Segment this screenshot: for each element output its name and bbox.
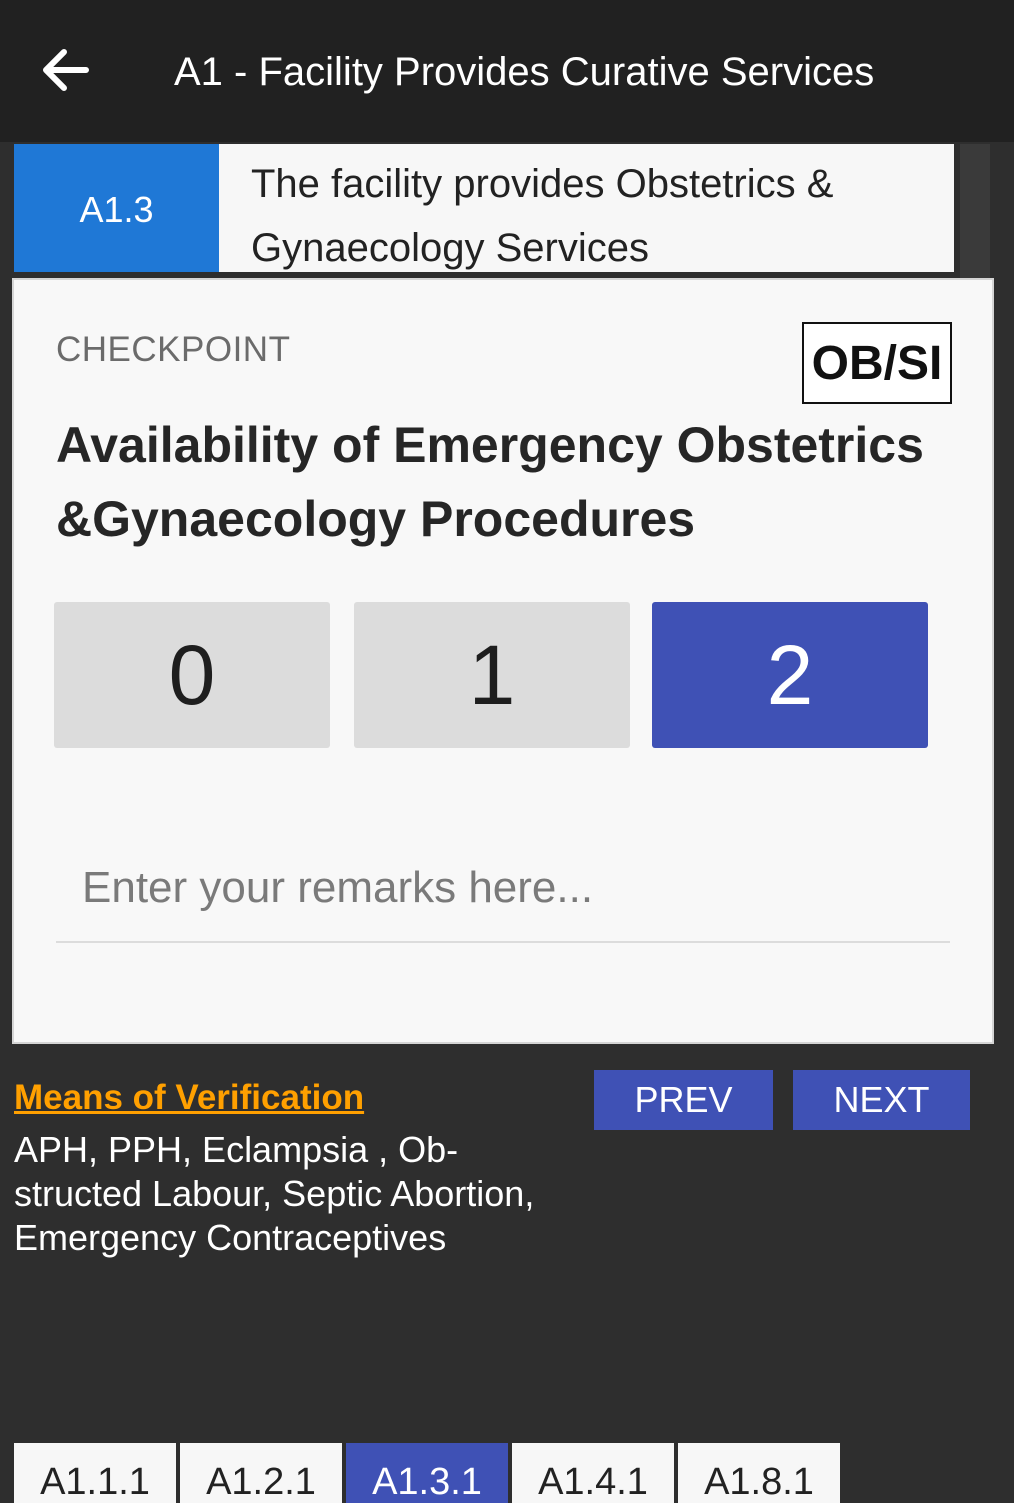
means-of-verification-text: APH, PPH, Eclampsia , Ob-structed Labour… bbox=[14, 1129, 535, 1258]
score-button-2[interactable]: 2 bbox=[652, 602, 928, 748]
tab-a1-8-1[interactable]: A1.8.1 bbox=[678, 1443, 840, 1503]
standard-header: A1.3 The facility provides Obstetrics & … bbox=[14, 144, 954, 272]
arrow-left-icon bbox=[43, 49, 89, 91]
score-button-0[interactable]: 0 bbox=[54, 602, 330, 748]
back-button[interactable] bbox=[34, 40, 98, 100]
page-title: A1 - Facility Provides Curative Services bbox=[174, 50, 875, 94]
means-of-verification-link[interactable]: Means of Verification bbox=[14, 1078, 364, 1118]
checkpoint-tabs: A1.1.1 A1.2.1 A1.3.1 A1.4.1 A1.8.1 bbox=[14, 1443, 840, 1503]
prev-button[interactable]: PREV bbox=[594, 1070, 773, 1130]
checkpoint-card: CHECKPOINT OB/SI Availability of Emergen… bbox=[12, 278, 994, 1044]
tab-a1-3-1[interactable]: A1.3.1 bbox=[346, 1443, 508, 1503]
next-button[interactable]: NEXT bbox=[793, 1070, 970, 1130]
tab-a1-1-1[interactable]: A1.1.1 bbox=[14, 1443, 176, 1503]
checkpoint-title: Availability of Emergency Obstetrics &Gy… bbox=[56, 417, 924, 547]
tab-a1-4-1[interactable]: A1.4.1 bbox=[512, 1443, 674, 1503]
tab-a1-2-1[interactable]: A1.2.1 bbox=[180, 1443, 342, 1503]
assessment-method-badge: OB/SI bbox=[802, 322, 952, 404]
scroll-edge bbox=[960, 144, 990, 278]
score-button-1[interactable]: 1 bbox=[354, 602, 630, 748]
standard-code: A1.3 bbox=[14, 144, 219, 272]
remarks-input[interactable] bbox=[56, 835, 950, 943]
checkpoint-label: CHECKPOINT bbox=[56, 330, 291, 369]
app-bar: A1 - Facility Provides Curative Services bbox=[0, 0, 1014, 142]
standard-description: The facility provides Obstetrics & Gynae… bbox=[251, 162, 834, 270]
